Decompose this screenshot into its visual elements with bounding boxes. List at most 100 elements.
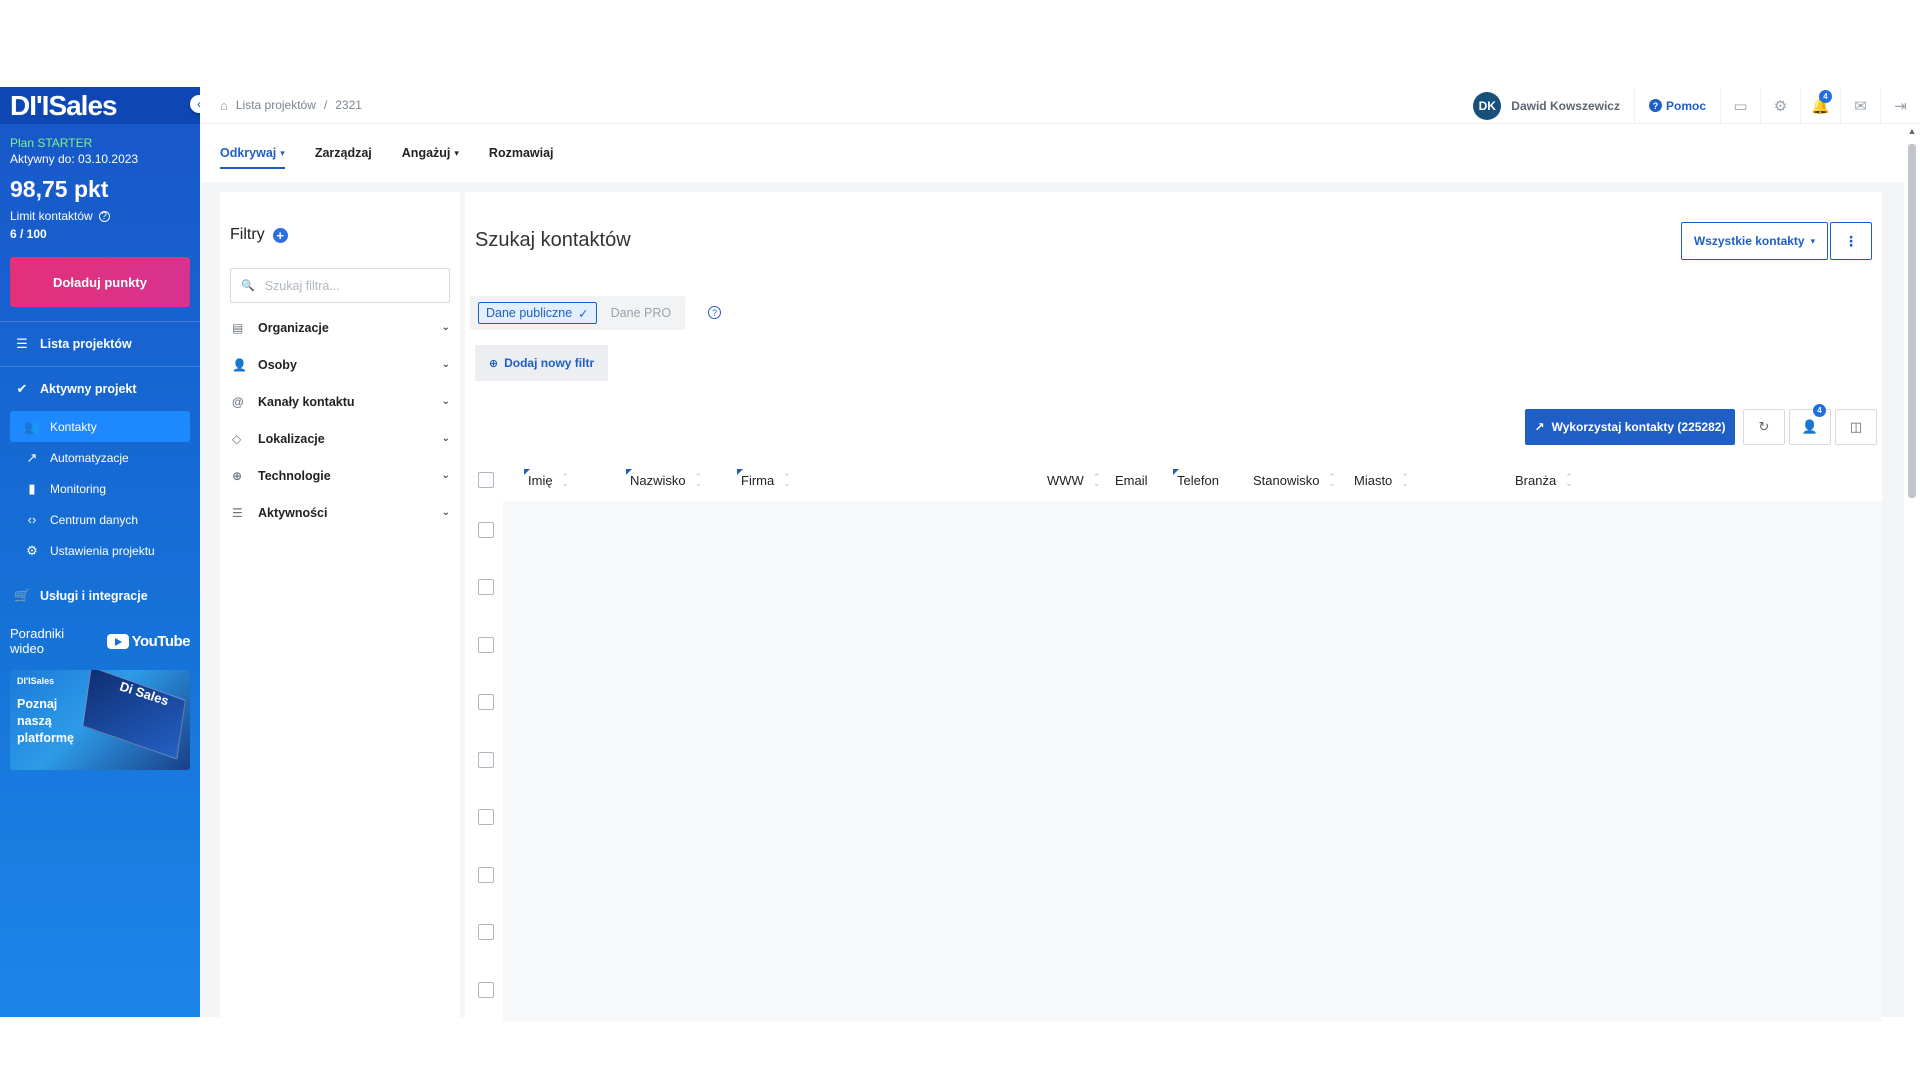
row-checkbox[interactable]	[478, 694, 494, 710]
sidebar-item-automations[interactable]: ↗ Automatyzacje	[10, 442, 190, 473]
filter-group-technologies[interactable]: ⊕ Technologie ⌄	[220, 457, 460, 494]
row-checkbox[interactable]	[478, 867, 494, 883]
scroll-up-icon[interactable]: ▲	[1904, 124, 1920, 136]
breadcrumb-projects-list[interactable]: Lista projektów	[236, 98, 316, 112]
diamond-icon: ◇	[232, 431, 242, 446]
page-scrollbar[interactable]: ▲	[1904, 124, 1920, 1017]
filter-group-organizations[interactable]: ▤ Organizacje ⌄	[220, 309, 460, 346]
video-tutorials-link[interactable]: Poradniki wideo YouTube	[0, 626, 200, 656]
tab-talk[interactable]: Rozmawiaj	[489, 124, 554, 182]
add-new-filter-button[interactable]: ⊕ Dodaj nowy filtr	[475, 345, 608, 381]
refresh-icon[interactable]: ↻	[1743, 409, 1785, 445]
content-area: Filtry + 🔍 ▤ Organizacje ⌄ 👤 Osoby ⌄ @ K…	[200, 182, 1905, 1027]
filter-group-persons[interactable]: 👤 Osoby ⌄	[220, 346, 460, 383]
logout-icon[interactable]: ⇥	[1880, 87, 1920, 124]
filter-group-label: Aktywności	[258, 505, 328, 520]
platform-promo-banner[interactable]: DI'ISales Poznaj naszą platformę Di Sale…	[10, 670, 190, 770]
row-checkbox[interactable]	[478, 982, 494, 998]
building-icon: ▤	[232, 320, 244, 335]
column-label: Miasto	[1354, 472, 1393, 488]
breadcrumb: ⌂ Lista projektów / 2321	[200, 98, 362, 113]
column-email[interactable]: Email	[1115, 460, 1148, 500]
column-last-name[interactable]: Nazwisko ⌃ ⌄	[626, 460, 702, 500]
credit-card-icon[interactable]: ▭	[1720, 87, 1760, 124]
column-company[interactable]: Firma ⌃ ⌄	[737, 460, 791, 500]
public-data-toggle[interactable]: Dane publiczne ✓	[478, 302, 597, 324]
more-options-icon[interactable]: ⋮	[1830, 222, 1872, 260]
select-all-checkbox[interactable]	[478, 472, 494, 488]
tab-label: Zarządzaj	[314, 146, 372, 160]
sidebar-item-active-project[interactable]: ✔ Aktywny projekt	[0, 367, 200, 411]
help-button[interactable]: ? Pomoc	[1633, 87, 1720, 124]
column-phone[interactable]: Telefon	[1173, 460, 1219, 500]
search-contacts-panel: Szukaj kontaktów Wszystkie kontakty ▾ ⋮ …	[465, 192, 1882, 1027]
filter-group-locations[interactable]: ◇ Lokalizacje ⌄	[220, 420, 460, 457]
assign-badge: 4	[1813, 404, 1826, 417]
row-checkbox[interactable]	[478, 637, 494, 653]
help-circle-icon[interactable]: ?	[98, 210, 110, 222]
assign-user-icon[interactable]: 👤 4	[1789, 404, 1831, 445]
sidebar-item-projects-list[interactable]: ☰ Lista projektów	[0, 322, 200, 366]
users-icon: 👥	[24, 418, 41, 434]
pro-data-toggle[interactable]: Dane PRO	[611, 306, 677, 320]
user-name[interactable]: Dawid Kowszewicz	[1511, 99, 1620, 113]
columns-icon[interactable]: ◫	[1835, 409, 1877, 445]
row-checkbox[interactable]	[478, 579, 494, 595]
scrollbar-thumb[interactable]	[1908, 144, 1916, 498]
chevron-down-icon: ▾	[280, 147, 285, 158]
row-checkbox[interactable]	[478, 924, 494, 940]
column-marker	[524, 469, 530, 475]
topup-points-button[interactable]: Doładuj punkty	[10, 257, 190, 307]
column-label: Nazwisko	[630, 472, 686, 488]
sort-icon: ⌃ ⌄	[1092, 472, 1101, 488]
header-actions: DK Dawid Kowszewicz ? Pomoc ▭ ⚙ 🔔 4 ✉ ⇥	[1473, 87, 1920, 124]
tab-engage[interactable]: Angażuj ▾	[402, 124, 459, 182]
sidebar-item-label: Usługi i integracje	[40, 589, 148, 603]
bell-icon[interactable]: 🔔 4	[1800, 87, 1840, 124]
data-source-toggle: Dane publiczne ✓ Dane PRO	[470, 296, 686, 330]
filter-search-input[interactable]	[264, 278, 435, 293]
filters-header: Filtry +	[220, 192, 460, 244]
home-icon[interactable]: ⌂	[220, 98, 228, 113]
contact-limit-value: 6 / 100	[10, 227, 47, 241]
chevron-down-icon: ▾	[454, 147, 459, 158]
row-checkbox[interactable]	[478, 752, 494, 768]
chevron-down-icon: ▾	[1810, 235, 1816, 246]
add-filter-icon[interactable]: +	[272, 227, 288, 243]
youtube-play-icon	[106, 633, 129, 649]
gear-icon[interactable]: ⚙	[1760, 87, 1800, 124]
column-www[interactable]: WWW ⌃ ⌄	[1047, 460, 1100, 500]
help-label: Pomoc	[1665, 98, 1706, 113]
sidebar-item-monitoring[interactable]: ▮ Monitoring	[10, 473, 190, 504]
sidebar: DI'ISales ‹ Plan STARTER Aktywny do: 03.…	[0, 87, 208, 1017]
use-contacts-button[interactable]: ↗ Wykorzystaj kontakty (225282)	[1525, 409, 1735, 445]
public-data-label: Dane publiczne	[486, 306, 573, 320]
mail-icon[interactable]: ✉	[1840, 87, 1880, 124]
column-industry[interactable]: Branża ⌃ ⌄	[1515, 460, 1573, 500]
all-contacts-dropdown[interactable]: Wszystkie kontakty ▾	[1681, 222, 1828, 260]
column-city[interactable]: Miasto ⌃ ⌄	[1354, 460, 1409, 500]
help-circle-icon[interactable]: ?	[708, 306, 721, 319]
filter-group-activities[interactable]: ☰ Aktywności ⌄	[220, 494, 460, 531]
video-tutorials-label: Poradniki wideo	[10, 626, 65, 656]
main-tabs: Odkrywaj ▾ Zarządzaj Angażuj ▾ Rozmawiaj	[200, 124, 1900, 182]
row-checkbox[interactable]	[478, 809, 494, 825]
sidebar-item-services[interactable]: 🛒 Usługi i integracje	[0, 574, 200, 618]
column-first-name[interactable]: Imię ⌃ ⌄	[524, 460, 569, 500]
column-position[interactable]: Stanowisko ⌃ ⌄	[1253, 460, 1336, 500]
tab-manage[interactable]: Zarządzaj	[315, 124, 372, 182]
column-label: WWW	[1047, 472, 1084, 488]
tab-discover[interactable]: Odkrywaj ▾	[220, 124, 285, 182]
trend-icon: ↗	[26, 449, 38, 465]
filter-group-contact-channels[interactable]: @ Kanały kontaktu ⌄	[220, 383, 460, 420]
promo-text: Poznaj naszą platformę	[17, 697, 74, 745]
gear-icon: ⚙	[26, 542, 38, 558]
sidebar-item-project-settings[interactable]: ⚙ Ustawienia projektu	[10, 535, 190, 566]
sidebar-item-data-center[interactable]: ‹› Centrum danych	[10, 504, 190, 535]
tab-label: Angażuj	[401, 146, 451, 160]
page-title: Szukaj kontaktów	[475, 229, 631, 251]
row-checkbox[interactable]	[478, 522, 494, 538]
avatar[interactable]: DK	[1473, 91, 1502, 120]
external-link-icon: ↗	[1534, 420, 1545, 434]
sidebar-item-contacts[interactable]: 👥 Kontakty	[10, 411, 190, 442]
